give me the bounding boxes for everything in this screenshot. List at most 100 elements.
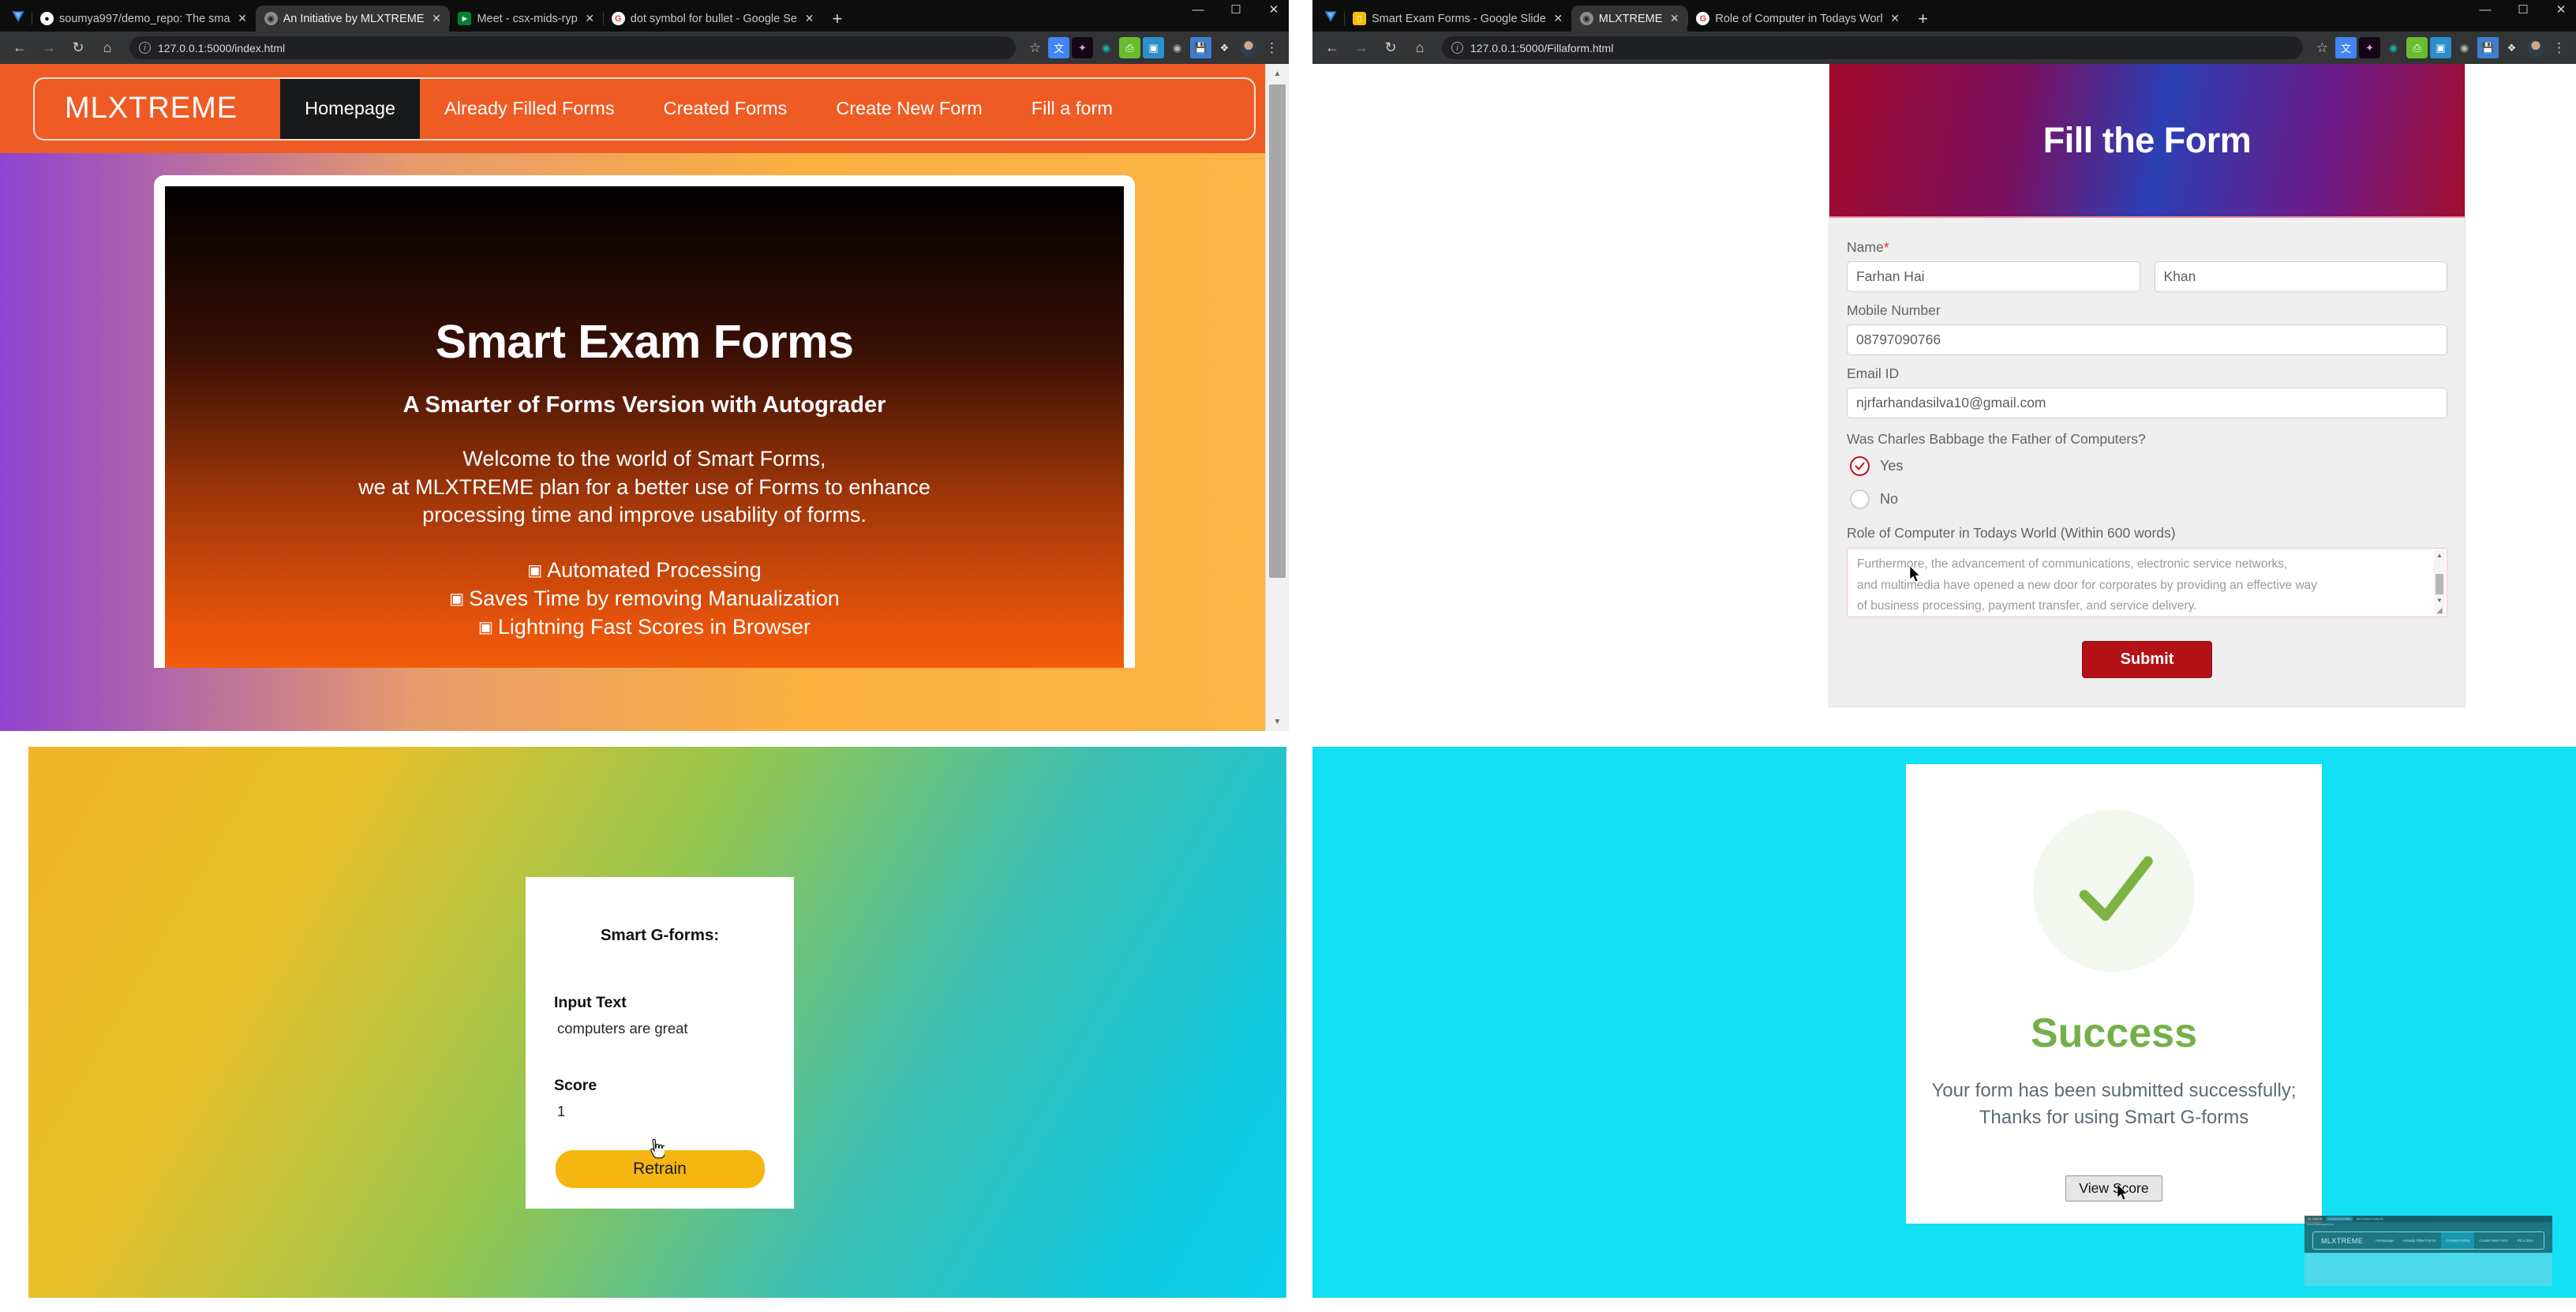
paint-icon[interactable]: ✦ bbox=[2359, 37, 2380, 58]
nav-item-created-forms[interactable]: Created Forms bbox=[639, 79, 812, 139]
camera-icon[interactable]: ◉ bbox=[1166, 37, 1188, 58]
tab-title: MLXTREME bbox=[1598, 12, 1663, 25]
radio-option-yes[interactable]: Yes bbox=[1850, 456, 2447, 476]
print-icon[interactable]: ⎙ bbox=[1119, 37, 1140, 58]
scrollbar-thumb[interactable] bbox=[1269, 84, 1286, 578]
tab-role-of-computer[interactable]: G Role of Computer in Todays Worl ✕ bbox=[1687, 6, 1908, 32]
address-bar[interactable]: i 127.0.0.1:5000/Fillaform.html bbox=[1442, 36, 2303, 59]
scroll-down-icon[interactable]: ▼ bbox=[1266, 712, 1289, 731]
last-name-input[interactable]: Khan bbox=[2154, 261, 2447, 292]
thumbnail-nav-create-new-form[interactable]: Create New Form bbox=[2474, 1232, 2512, 1249]
translate-icon[interactable]: 文 bbox=[2335, 37, 2357, 58]
close-icon[interactable]: ✕ bbox=[1552, 12, 1565, 25]
thumbnail-tab[interactable]: rms - Google Slid bbox=[2306, 1216, 2323, 1221]
maximize-button[interactable]: ☐ bbox=[1227, 4, 1245, 16]
circle-icon[interactable]: ◉ bbox=[1095, 37, 1117, 58]
forward-button[interactable]: → bbox=[1348, 35, 1375, 62]
tab-meet[interactable]: ► Meet - csx-mids-ryp ✕ bbox=[449, 6, 603, 32]
radio-option-no[interactable]: No bbox=[1850, 489, 2447, 509]
radio-unselected-icon[interactable] bbox=[1850, 489, 1870, 509]
tab-github[interactable]: ● soumya997/demo_repo: The sma ✕ bbox=[32, 6, 256, 32]
close-icon[interactable]: ✕ bbox=[583, 12, 597, 25]
save-icon[interactable]: 💾 bbox=[2477, 37, 2499, 58]
close-icon[interactable]: ✕ bbox=[1668, 12, 1681, 25]
view-score-button[interactable]: View Score bbox=[2065, 1175, 2162, 1202]
minimize-button[interactable]: — bbox=[2477, 4, 2494, 16]
close-icon[interactable]: ✕ bbox=[236, 12, 249, 25]
page-scrollbar-left[interactable]: ▲ ▼ bbox=[1265, 64, 1289, 731]
scroll-up-icon[interactable]: ▲ bbox=[2434, 550, 2445, 560]
screencast-icon[interactable]: ▣ bbox=[1143, 37, 1164, 58]
tab-google-search[interactable]: G dot symbol for bullet - Google Se ✕ bbox=[602, 6, 822, 32]
nav-item-fill-a-form[interactable]: Fill a form bbox=[1007, 79, 1137, 139]
thumbnail-nav-created-forms[interactable]: Created Forms bbox=[2440, 1232, 2475, 1249]
resize-grip-icon[interactable]: ◢ bbox=[2436, 607, 2445, 616]
address-bar[interactable]: i 127.0.0.1:5000/index.html bbox=[129, 36, 1016, 59]
puzzle-icon[interactable]: ❖ bbox=[1214, 37, 1235, 58]
back-button[interactable]: ← bbox=[1319, 35, 1346, 62]
hero-bullet-label: Saves Time by removing Manualization bbox=[469, 586, 840, 610]
thumbnail-preview-overlay[interactable]: rms - Google Slid An Initiative by MLXTR… bbox=[2305, 1216, 2576, 1312]
translate-icon[interactable]: 文 bbox=[1048, 37, 1069, 58]
retrain-button[interactable]: Retrain bbox=[555, 1150, 765, 1188]
circle-icon[interactable]: ◉ bbox=[2383, 37, 2404, 58]
hero-title: Smart Exam Forms bbox=[435, 316, 854, 369]
print-icon[interactable]: ⎙ bbox=[2406, 37, 2428, 58]
new-tab-button[interactable]: + bbox=[1908, 6, 1938, 32]
bookmark-star-icon[interactable]: ☆ bbox=[1024, 37, 1046, 58]
bookmark-star-icon[interactable]: ☆ bbox=[2312, 37, 2333, 58]
thumbnail-tab[interactable]: Role of Computer in Todays Wo bbox=[2355, 1216, 2385, 1221]
radio-selected-icon[interactable] bbox=[1850, 456, 1870, 476]
thumbnail-tab-active[interactable]: An Initiative by MLXTREME bbox=[2326, 1216, 2353, 1221]
avatar[interactable] bbox=[1237, 37, 1259, 58]
score-card: Smart G-forms: Input Text computers are … bbox=[526, 877, 794, 1209]
tab-google-slides[interactable]: ▯ Smart Exam Forms - Google Slide ✕ bbox=[1344, 6, 1571, 32]
scroll-down-icon[interactable]: ▼ bbox=[2434, 595, 2445, 605]
tab-mlxtreme[interactable]: ◉ MLXTREME ✕ bbox=[1571, 6, 1688, 32]
nav-item-create-new-form[interactable]: Create New Form bbox=[811, 79, 1006, 139]
tab-title: dot symbol for bullet - Google Se bbox=[630, 12, 797, 25]
avatar[interactable] bbox=[2525, 37, 2546, 58]
chrome-menu-button[interactable]: ⋮ bbox=[1261, 37, 1282, 58]
scroll-up-icon[interactable]: ▲ bbox=[1266, 64, 1289, 83]
save-icon[interactable]: 💾 bbox=[1190, 37, 1211, 58]
tab-strip-left: ● soumya997/demo_repo: The sma ✕ ◉ An In… bbox=[0, 0, 1289, 32]
back-button[interactable]: ← bbox=[6, 35, 33, 62]
site-brand[interactable]: MLXTREME bbox=[35, 79, 280, 139]
close-icon[interactable]: ✕ bbox=[1889, 12, 1902, 25]
site-info-icon[interactable]: i bbox=[139, 42, 151, 54]
textarea-scrollbar[interactable]: ▲ ▼ bbox=[2434, 550, 2445, 615]
thumbnail-nav-homepage[interactable]: Homepage bbox=[2371, 1232, 2398, 1249]
first-name-input[interactable]: Farhan Hai bbox=[1847, 261, 2140, 292]
tab-strip-right: ▯ Smart Exam Forms - Google Slide ✕ ◉ ML… bbox=[1312, 0, 2576, 32]
reload-button[interactable]: ↻ bbox=[65, 35, 92, 62]
tab-mlxtreme[interactable]: ◉ An Initiative by MLXTREME ✕ bbox=[255, 6, 450, 32]
forward-button[interactable]: → bbox=[36, 35, 62, 62]
nav-item-already-filled-forms[interactable]: Already Filled Forms bbox=[420, 79, 638, 139]
site-info-icon[interactable]: i bbox=[1451, 42, 1463, 54]
mobile-input[interactable]: 08797090766 bbox=[1847, 324, 2447, 355]
puzzle-icon[interactable]: ❖ bbox=[2501, 37, 2522, 58]
hero-banner: Smart Exam Forms A Smarter of Forms Vers… bbox=[165, 186, 1124, 668]
close-icon[interactable]: ✕ bbox=[803, 12, 816, 25]
screencast-icon[interactable]: ▣ bbox=[2430, 37, 2451, 58]
close-icon[interactable]: ✕ bbox=[429, 12, 443, 25]
chrome-menu-button[interactable]: ⋮ bbox=[2548, 37, 2570, 58]
minimize-button[interactable]: — bbox=[1189, 4, 1207, 16]
maximize-button[interactable]: ☐ bbox=[2514, 4, 2532, 16]
home-button[interactable]: ⌂ bbox=[1406, 35, 1433, 62]
nav-item-homepage[interactable]: Homepage bbox=[280, 78, 421, 139]
paint-icon[interactable]: ✦ bbox=[1072, 37, 1093, 58]
new-tab-button[interactable]: + bbox=[822, 6, 852, 32]
scrollbar-thumb[interactable] bbox=[2436, 574, 2443, 594]
submit-button[interactable]: Submit bbox=[2081, 641, 2213, 678]
home-button[interactable]: ⌂ bbox=[94, 35, 121, 62]
essay-textarea[interactable]: Furthermore, the advancement of communic… bbox=[1847, 548, 2447, 617]
reload-button[interactable]: ↻ bbox=[1377, 35, 1404, 62]
thumbnail-nav-already-filled-forms[interactable]: Already Filled Forms bbox=[2398, 1232, 2441, 1249]
email-input[interactable]: njrfarhandasilva10@gmail.com bbox=[1847, 388, 2447, 418]
camera-icon[interactable]: ◉ bbox=[2454, 37, 2475, 58]
close-window-button[interactable]: ✕ bbox=[1265, 4, 1282, 16]
close-window-button[interactable]: ✕ bbox=[2552, 4, 2570, 16]
thumbnail-nav-fill-a-form[interactable]: Fill a form bbox=[2513, 1232, 2538, 1249]
